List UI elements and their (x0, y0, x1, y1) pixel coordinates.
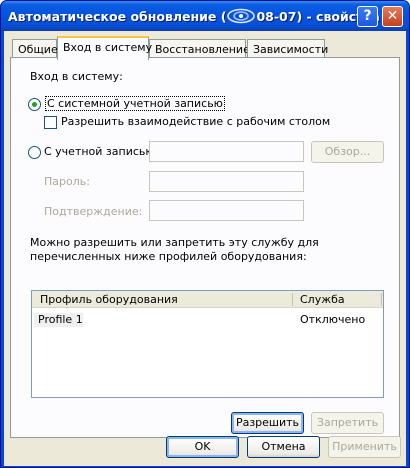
apply-button[interactable]: Применить (328, 436, 401, 458)
column-separator[interactable] (292, 293, 293, 306)
properties-window: Автоматическое обновление ( 08-07) - сво… (0, 0, 410, 468)
system-account-radio[interactable] (28, 98, 41, 111)
this-account-radio[interactable] (28, 146, 41, 159)
interact-desktop-checkbox[interactable] (44, 116, 57, 129)
column-separator[interactable] (381, 293, 382, 306)
radio-selected-dot (32, 102, 37, 107)
system-account-label[interactable]: С системной учетной записью (45, 96, 225, 111)
tab-panel-logon: Вход в систему: С системной учетной запи… (10, 57, 400, 438)
help-button[interactable]: ? (357, 6, 378, 27)
row-service-cell: Отключено (300, 313, 366, 326)
column-header-service[interactable]: Служба (300, 293, 345, 306)
system-account-label-text: С системной учетной записью (45, 96, 225, 111)
window-title-prefix: Автоматическое обновление ( (8, 9, 227, 24)
cancel-button[interactable]: Отмена (247, 436, 320, 458)
tab-general[interactable]: Общие (12, 39, 58, 59)
browse-button[interactable]: Обзор... (311, 141, 384, 163)
close-button[interactable]: ✕ (382, 6, 403, 27)
enable-button[interactable]: Разрешить (231, 412, 304, 434)
tab-dependencies-label: Зависимости (253, 43, 329, 56)
window-title: Автоматическое обновление ( 08-07) - сво… (8, 8, 380, 26)
title-bar[interactable]: Автоматическое обновление ( 08-07) - сво… (1, 1, 409, 31)
dialog-client: Общие Вход в систему Восстановление Зави… (4, 31, 406, 466)
column-header-profile[interactable]: Профиль оборудования (40, 293, 178, 306)
tab-dependencies[interactable]: Зависимости (247, 39, 329, 59)
ok-button[interactable]: OK (166, 436, 239, 458)
this-account-label[interactable]: С учетной записью: (44, 145, 158, 158)
account-name-field[interactable] (149, 141, 304, 162)
interact-desktop-label[interactable]: Разрешить взаимодействие с рабочим столо… (61, 115, 330, 128)
tab-recovery[interactable]: Восстановление (149, 39, 250, 59)
tab-general-label: Общие (18, 43, 58, 56)
hardware-profiles-description: Можно разрешить или запретить эту службу… (30, 236, 319, 263)
hardware-profiles-list[interactable]: Профиль оборудования Служба Profile 1 От… (31, 290, 384, 398)
tab-logon[interactable]: Вход в систему (57, 36, 153, 60)
password-field[interactable] (149, 171, 304, 192)
password-label: Пароль: (44, 175, 90, 188)
tab-recovery-label: Восстановление (155, 43, 250, 56)
confirm-password-label: Подтверждение: (44, 205, 143, 218)
disable-button[interactable]: Запретить (311, 412, 384, 434)
row-profile-cell: Profile 1 (38, 313, 83, 326)
tab-logon-label: Вход в систему (63, 41, 153, 54)
confirm-password-field[interactable] (149, 200, 304, 221)
list-header: Профиль оборудования Служба (32, 291, 383, 308)
logon-group-label: Вход в систему: (30, 70, 123, 83)
app-logo-icon (227, 8, 256, 24)
